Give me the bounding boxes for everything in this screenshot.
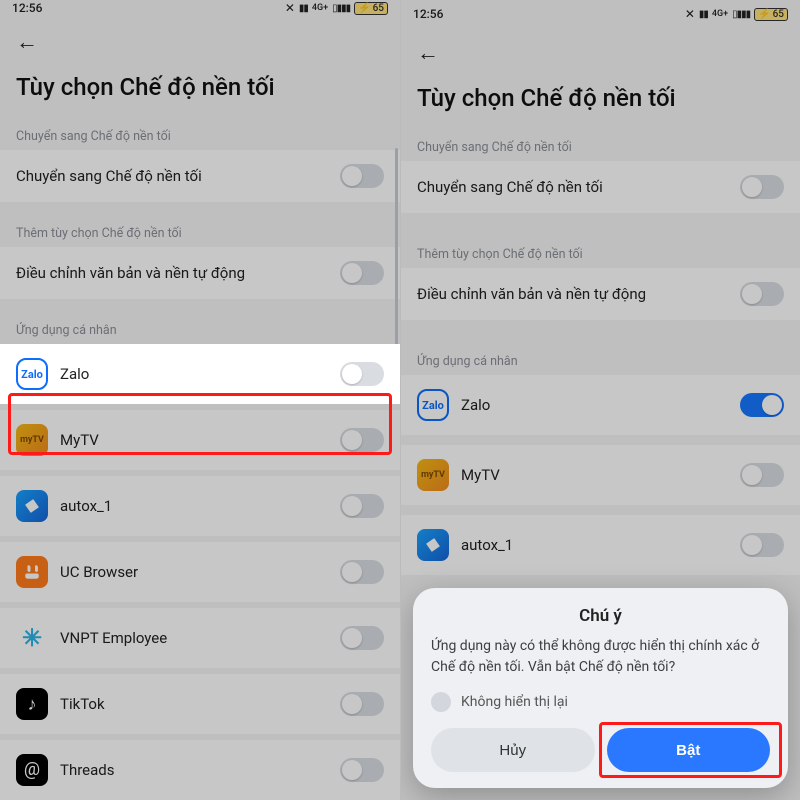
app-row-autox[interactable]: autox_1 [0,476,400,536]
toggle-vnpt[interactable] [340,626,384,650]
vnpt-icon [16,622,48,654]
dialog-body: Ứng dụng này có thể không được hiển thị … [431,636,770,678]
back-icon[interactable]: ← [16,30,38,55]
app-row-vnpt[interactable]: VNPT Employee [0,608,400,668]
enable-button[interactable]: Bật [607,728,771,772]
signal-icon: ▮▮ [299,3,308,14]
app-name: Zalo [60,365,328,383]
app-name: TikTok [60,695,328,713]
scrollbar[interactable] [395,148,398,348]
toggle-dark[interactable] [340,164,384,188]
toggle-autox[interactable] [340,494,384,518]
threads-icon [16,754,48,786]
dnd-icon: ✕ [285,1,295,15]
uc-icon [16,556,48,588]
dialog-title: Chú ý [431,606,770,626]
phone-left: 12:56 ✕ ▮▮ 4G+ ▯▮▮▮ ⚡65 ← Tùy chọn Chế đ… [0,0,400,800]
toggle-uc[interactable] [340,560,384,584]
dont-show-again[interactable]: Không hiển thị lại [431,692,770,712]
app-row-threads[interactable]: Threads [0,740,400,800]
row-label: Chuyển sang Chế độ nền tối [16,167,328,185]
page-title: Tùy chọn Chế độ nền tối [0,59,400,119]
tiktok-icon [16,688,48,720]
phone-right: 12:56 ✕ ▮▮ 4G+ ▯▮▮▮ ⚡65 ← Tùy chọn Chế đ… [400,0,800,800]
network-label: 4G+ [312,3,328,13]
status-time: 12:56 [12,1,42,15]
bars-icon: ▯▮▮▮ [332,3,350,14]
app-row-tiktok[interactable]: TikTok [0,674,400,734]
app-row-mytv[interactable]: myTV MyTV [0,410,400,470]
row-switch-dark[interactable]: Chuyển sang Chế độ nền tối [0,150,400,202]
app-name: MyTV [60,431,328,449]
toggle-tiktok[interactable] [340,692,384,716]
zalo-icon: Zalo [16,358,48,390]
header: ← [0,17,400,59]
toggle-zalo[interactable] [340,362,384,386]
section2-label: Thêm tùy chọn Chế độ nền tối [0,216,400,247]
checkbox-icon[interactable] [431,692,451,712]
battery-indicator: ⚡65 [354,2,388,15]
status-bar: 12:56 ✕ ▮▮ 4G+ ▯▮▮▮ ⚡65 [0,0,400,17]
mytv-icon: myTV [16,424,48,456]
confirm-dialog: Chú ý Ứng dụng này có thể không được hiể… [413,588,788,788]
app-name: Threads [60,761,328,779]
toggle-mytv[interactable] [340,428,384,452]
app-row-uc[interactable]: UC Browser [0,542,400,602]
cancel-button[interactable]: Hủy [431,728,595,772]
toggle-threads[interactable] [340,758,384,782]
app-row-zalo[interactable]: Zalo Zalo [0,344,400,404]
apps-label: Ứng dụng cá nhân [0,313,400,344]
section1-label: Chuyển sang Chế độ nền tối [0,119,400,150]
app-name: UC Browser [60,563,328,581]
app-name: VNPT Employee [60,629,328,647]
row-label: Điều chỉnh văn bản và nền tự động [16,264,328,282]
autox-icon [16,490,48,522]
row-auto-adjust[interactable]: Điều chỉnh văn bản và nền tự động [0,247,400,299]
toggle-auto[interactable] [340,261,384,285]
app-name: autox_1 [60,497,328,515]
checkbox-label: Không hiển thị lại [461,694,568,710]
